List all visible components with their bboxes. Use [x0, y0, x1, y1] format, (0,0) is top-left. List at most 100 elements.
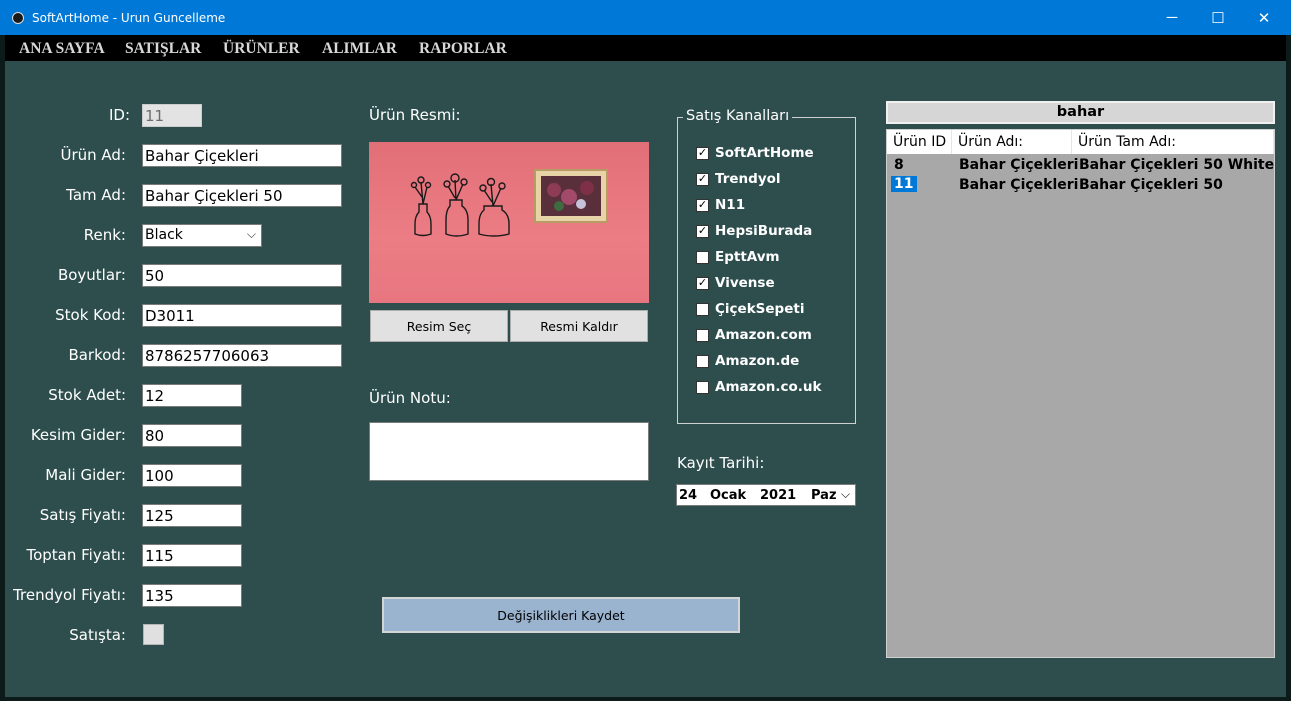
close-button[interactable]: ✕	[1241, 0, 1287, 35]
channel-label: EpttAvm	[715, 249, 780, 265]
urun-notu-textarea[interactable]	[369, 422, 649, 481]
channel-label: ÇiçekSepeti	[715, 301, 805, 317]
renk-select[interactable]: Black ⌵	[142, 224, 262, 247]
checkbox[interactable]: ✓	[696, 146, 709, 160]
save-changes-button[interactable]: Değişiklikleri Kaydet	[382, 597, 740, 633]
tam-ad-input[interactable]: Bahar Çiçekleri 50	[142, 184, 342, 207]
checkbox[interactable]	[696, 250, 709, 264]
urun-resmi-title: Ürün Resmi:	[369, 106, 461, 124]
maximize-button[interactable]: ☐	[1195, 0, 1241, 35]
resmi-kaldir-button[interactable]: Resmi Kaldır	[510, 310, 648, 342]
menu-ana-sayfa[interactable]: ANA SAYFA	[19, 40, 105, 58]
row-full-name: Bahar Çiçekleri 50	[1079, 177, 1223, 193]
mali-gider-input[interactable]: 100	[142, 464, 242, 487]
id-label: ID:	[108, 106, 130, 124]
checkbox[interactable]: ✓	[696, 198, 709, 212]
channel-label: Vivense	[715, 275, 775, 291]
kayit-tarihi-picker[interactable]: 24 Ocak 2021 Paz ⌵	[676, 484, 856, 506]
chevron-down-icon[interactable]: ⌵	[841, 487, 850, 502]
menu-bar: ANA SAYFA SATIŞLAR ÜRÜNLER ALIMLAR RAPOR…	[5, 35, 1286, 61]
menu-raporlar[interactable]: RAPORLAR	[419, 40, 507, 58]
checkbox[interactable]: ✓	[696, 276, 709, 290]
row-name: Bahar Çiçekleri	[959, 177, 1079, 193]
satis-fiyati-label: Satış Fiyatı:	[39, 506, 126, 524]
channel-epttavm[interactable]: EpttAvm	[696, 248, 780, 266]
satis-fiyati-input[interactable]: 125	[142, 504, 242, 527]
kesim-gider-label: Kesim Gider:	[30, 426, 126, 444]
channel-amazon-co-uk[interactable]: Amazon.co.uk	[696, 378, 822, 396]
kayit-tarihi-label: Kayıt Tarihi:	[677, 454, 765, 472]
channel-label: Trendyol	[715, 171, 781, 187]
boyutlar-input[interactable]: 50	[142, 264, 342, 287]
checkbox[interactable]	[696, 380, 709, 394]
column-header-urun-tam-adi[interactable]: Ürün Tam Adı:	[1072, 130, 1274, 154]
channel-trendyol[interactable]: ✓ Trendyol	[696, 170, 781, 188]
channel-label: Amazon.de	[715, 353, 800, 369]
channel-vivense[interactable]: ✓ Vivense	[696, 274, 775, 292]
checkbox[interactable]: ✓	[696, 172, 709, 186]
channel-amazon-com[interactable]: Amazon.com	[696, 326, 812, 344]
satista-checkbox[interactable]	[143, 624, 164, 645]
minimize-button[interactable]: ─	[1149, 0, 1195, 35]
row-id: 11	[891, 176, 918, 192]
trendyol-fiyati-label: Trendyol Fiyatı:	[13, 586, 126, 604]
satista-label: Satışta:	[69, 626, 126, 644]
toptan-fiyati-input[interactable]: 115	[142, 544, 242, 567]
trendyol-fiyati-input[interactable]: 135	[142, 584, 242, 607]
date-year[interactable]: 2021	[760, 488, 796, 503]
urun-ad-label: Ürün Ad:	[60, 146, 126, 164]
date-day[interactable]: 24	[679, 488, 697, 503]
channel-amazon-de[interactable]: Amazon.de	[696, 352, 799, 370]
channel-label: SoftArtHome	[715, 145, 814, 161]
stok-kod-label: Stok Kod:	[55, 306, 126, 324]
menu-alimlar[interactable]: ALIMLAR	[322, 40, 397, 58]
toptan-fiyati-label: Toptan Fiyatı:	[26, 546, 126, 564]
boyutlar-label: Boyutlar:	[57, 266, 126, 284]
search-input[interactable]: bahar	[886, 101, 1275, 124]
channel-label: N11	[715, 197, 746, 213]
channel-ciceksepeti[interactable]: ÇiçekSepeti	[696, 300, 804, 318]
menu-satislar[interactable]: SATIŞLAR	[125, 40, 201, 58]
urun-notu-title: Ürün Notu:	[369, 389, 451, 407]
title-bar: SoftArtHome - Urun Guncelleme ─ ☐ ✕	[0, 0, 1291, 35]
renk-value: Black	[145, 227, 183, 243]
barkod-label: Barkod:	[68, 346, 126, 364]
tam-ad-label: Tam Ad:	[66, 186, 126, 204]
column-header-urun-adi[interactable]: Ürün Adı:	[952, 130, 1072, 154]
row-full-name: Bahar Çiçekleri 50 White	[1079, 157, 1275, 173]
checkbox[interactable]	[696, 302, 709, 316]
product-list[interactable]: Ürün ID Ürün Adı: Ürün Tam Adı: 8 Bahar …	[886, 129, 1275, 658]
row-name: Bahar Çiçekleri	[959, 157, 1079, 173]
stok-adet-input[interactable]: 12	[142, 384, 242, 407]
product-image	[369, 142, 649, 303]
row-id: 8	[894, 157, 904, 173]
date-weekday[interactable]: Paz	[811, 488, 837, 503]
renk-label: Renk:	[83, 226, 126, 244]
stok-adet-label: Stok Adet:	[48, 386, 126, 404]
resim-sec-button[interactable]: Resim Seç	[370, 310, 508, 342]
checkbox[interactable]	[696, 354, 709, 368]
chevron-down-icon: ⌵	[246, 227, 256, 241]
channel-hepsiburada[interactable]: ✓ HepsiBurada	[696, 222, 812, 240]
flower-vases-illustration	[410, 169, 608, 237]
channel-label: Amazon.com	[715, 327, 812, 343]
mali-gider-label: Mali Gider:	[45, 466, 126, 484]
urun-ad-input[interactable]: Bahar Çiçekleri	[142, 144, 342, 167]
barkod-input[interactable]: 8786257706063	[142, 344, 342, 367]
kesim-gider-input[interactable]: 80	[142, 424, 242, 447]
menu-urunler[interactable]: ÜRÜNLER	[223, 40, 300, 58]
stok-kod-input[interactable]: D3011	[142, 304, 342, 327]
channel-label: Amazon.co.uk	[715, 379, 822, 395]
column-header-urun-id[interactable]: Ürün ID	[887, 130, 952, 154]
satis-kanallari-title: Satış Kanalları	[683, 108, 793, 124]
channel-label: HepsiBurada	[715, 223, 813, 239]
channel-softarthome[interactable]: ✓ SoftArtHome	[696, 144, 814, 162]
window-title: SoftArtHome - Urun Guncelleme	[32, 11, 226, 25]
checkbox[interactable]	[696, 328, 709, 342]
checkbox[interactable]: ✓	[696, 224, 709, 238]
date-month[interactable]: Ocak	[710, 488, 746, 503]
list-header: Ürün ID Ürün Adı: Ürün Tam Adı:	[887, 130, 1274, 154]
app-logo-icon	[12, 12, 24, 24]
channel-n11[interactable]: ✓ N11	[696, 196, 745, 214]
id-field[interactable]: 11	[142, 104, 202, 127]
